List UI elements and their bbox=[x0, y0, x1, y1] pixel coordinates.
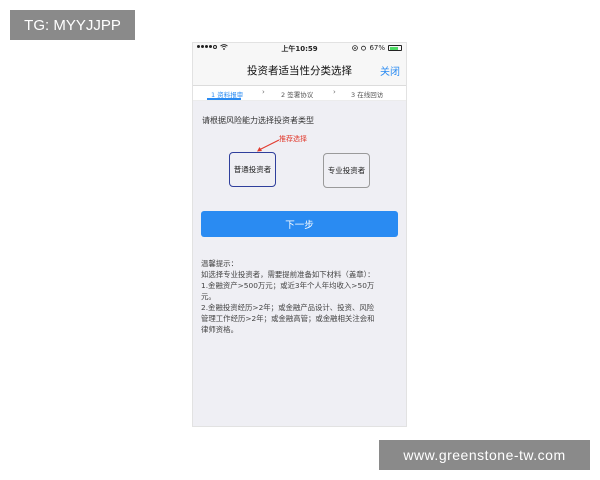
step-2[interactable]: 2 签署协议 bbox=[281, 89, 313, 99]
phone-screen: 上午10:59 67% 投资者适当性分类选择 关闭 1 资料报审 › 2 签署协… bbox=[192, 42, 407, 427]
tips-section: 温馨提示： 如选择专业投资者，需要提前准备如下材料（盖章）： 1.金融资产>50… bbox=[201, 258, 401, 335]
status-bar: 上午10:59 67% bbox=[193, 43, 406, 55]
tips-line: 温馨提示： bbox=[201, 259, 238, 268]
step-3[interactable]: 3 在线回访 bbox=[351, 89, 383, 99]
tips-line: 1.金融资产>500万元；或近3年个人年均收入>50万 bbox=[201, 281, 375, 290]
investor-type-normal[interactable]: 普通投资者 bbox=[229, 152, 276, 187]
alarm-icon bbox=[361, 45, 367, 51]
lock-rotation-icon bbox=[352, 45, 359, 51]
navigation-bar: 投资者适当性分类选择 关闭 bbox=[193, 55, 406, 86]
watermark-top: TG: MYYJJPP bbox=[10, 10, 135, 40]
chevron-right-icon: › bbox=[262, 88, 265, 96]
chevron-right-icon: › bbox=[333, 88, 336, 96]
tips-line: 2.金融投资经历>2年；或金融产品设计、投资、风险 bbox=[201, 303, 375, 312]
step-indicator: 1 资料报审 › 2 签署协议 › 3 在线回访 bbox=[193, 86, 406, 101]
status-right: 67% bbox=[352, 44, 402, 52]
active-step-underline bbox=[207, 98, 241, 100]
recommend-arrow-icon bbox=[257, 139, 280, 152]
tips-line: 管理工作经历>2年；或金融高管；或金融相关注会和 bbox=[201, 314, 375, 323]
selection-prompt: 请根据风险能力选择投资者类型 bbox=[202, 116, 314, 125]
close-button[interactable]: 关闭 bbox=[380, 63, 400, 78]
tips-line: 元。 bbox=[201, 292, 216, 301]
tips-line: 律师资格。 bbox=[201, 325, 238, 334]
recommend-label: 推荐选择 bbox=[279, 135, 307, 143]
battery-percent: 67% bbox=[369, 44, 385, 52]
page-title: 投资者适当性分类选择 bbox=[247, 65, 352, 77]
battery-icon bbox=[388, 45, 402, 51]
investor-type-professional[interactable]: 专业投资者 bbox=[323, 153, 370, 188]
next-step-button[interactable]: 下一步 bbox=[201, 211, 398, 237]
watermark-bottom: www.greenstone-tw.com bbox=[379, 440, 590, 470]
tips-line: 如选择专业投资者，需要提前准备如下材料（盖章）： bbox=[201, 270, 375, 279]
